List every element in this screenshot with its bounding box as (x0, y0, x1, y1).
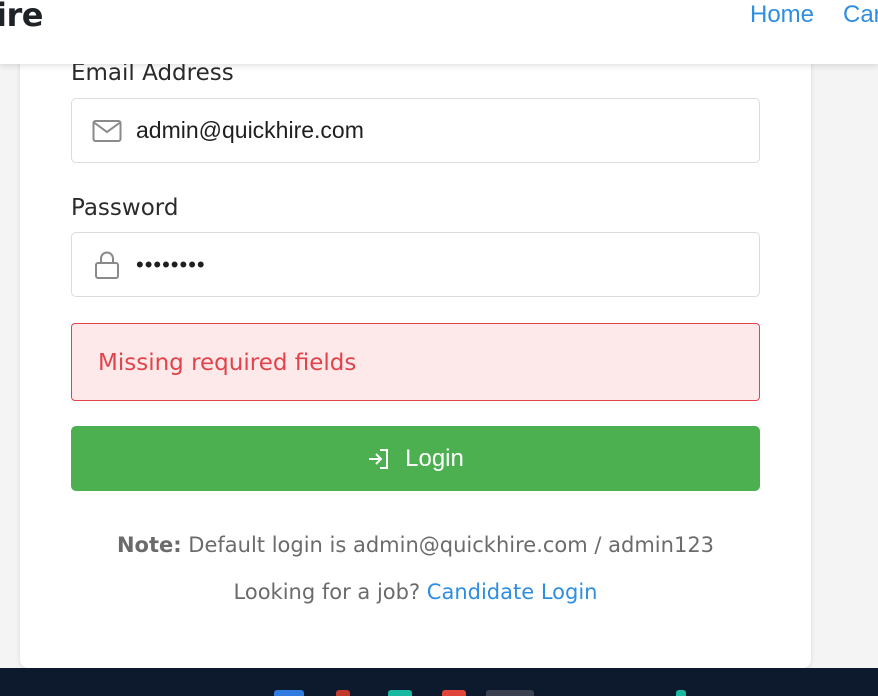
login-button-label: Login (405, 444, 464, 472)
email-value: admin@quickhire.com (136, 117, 364, 143)
nav-link-careers[interactable]: Car (843, 1, 878, 29)
default-login-note: Note: Default login is admin@quickhire.c… (20, 533, 811, 557)
nav-link-home[interactable]: Home (750, 1, 814, 29)
taskbar-app-icon[interactable] (274, 690, 304, 696)
taskbar-app-icon[interactable] (676, 690, 686, 696)
login-button[interactable]: Login (71, 426, 760, 491)
taskbar-app-icon[interactable] (442, 690, 466, 696)
candidate-login-link[interactable]: Candidate Login (427, 580, 598, 604)
taskbar-app-icon[interactable] (388, 690, 412, 696)
taskbar (0, 668, 878, 696)
password-value: •••••••• (136, 252, 206, 277)
candidate-prompt-text: Looking for a job? (233, 580, 427, 604)
brand-name[interactable]: ire (0, 0, 43, 34)
note-prefix: Note: (116, 533, 182, 557)
lock-icon (92, 251, 122, 279)
password-label: Password (71, 195, 179, 221)
error-alert: Missing required fields (71, 323, 760, 401)
candidate-prompt: Looking for a job? Candidate Login (20, 580, 811, 604)
email-field[interactable]: admin@quickhire.com (71, 98, 760, 163)
taskbar-app-icon[interactable] (336, 690, 350, 696)
error-message: Missing required fields (98, 350, 357, 376)
taskbar-app-icon[interactable] (486, 690, 534, 696)
password-field[interactable]: •••••••• (71, 232, 760, 297)
login-arrow-icon (367, 447, 391, 471)
envelope-icon (92, 117, 122, 145)
navbar: ire Home Car (0, 0, 878, 64)
note-text: Default login is admin@quickhire.com / a… (181, 533, 715, 557)
